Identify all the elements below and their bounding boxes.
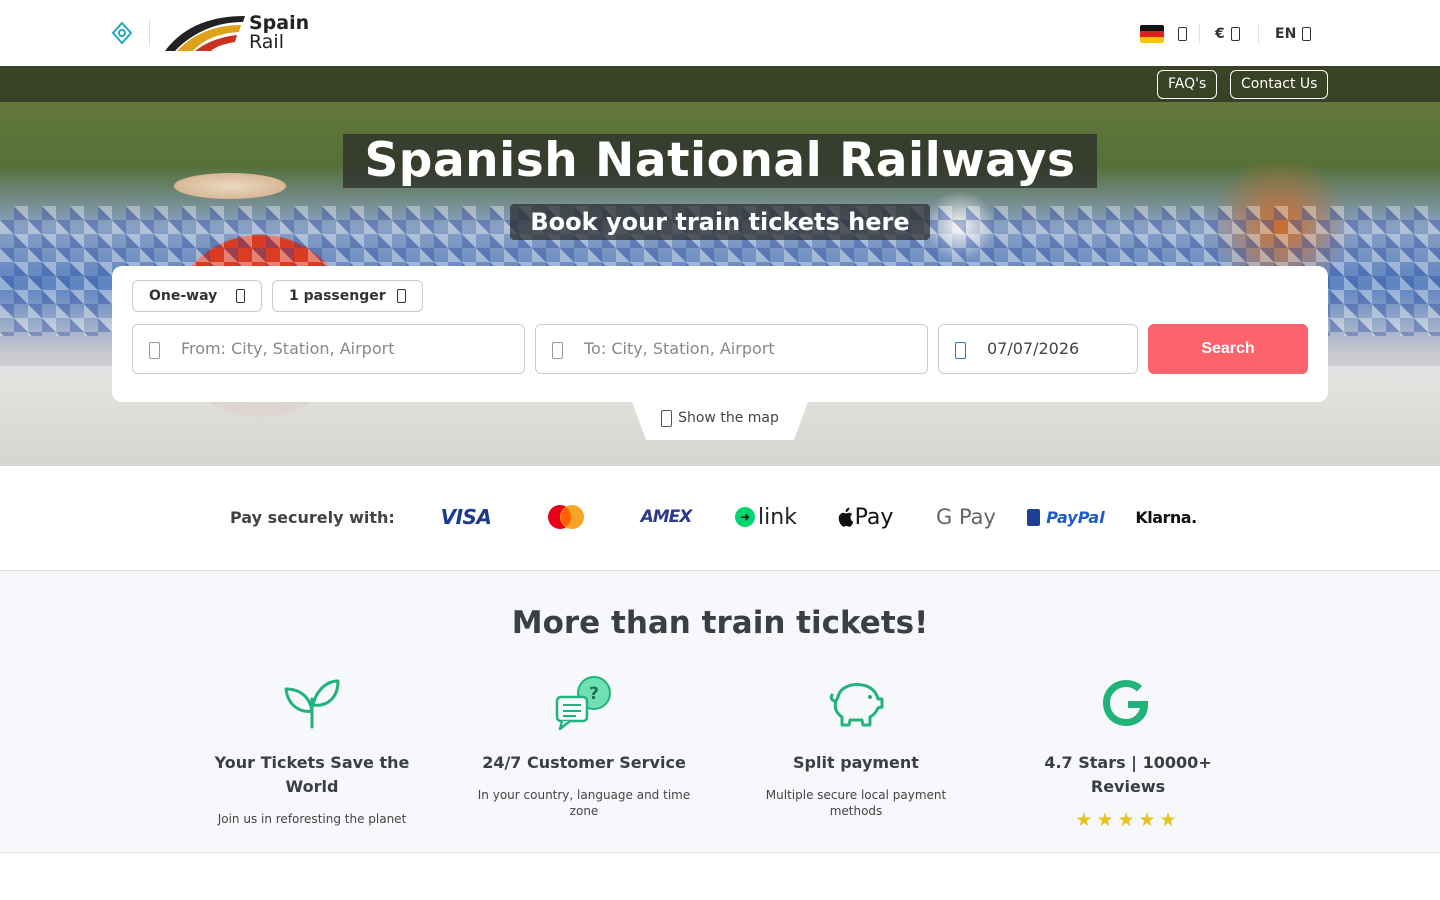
leaf-icon — [284, 679, 340, 729]
link-logo: ➜ link — [730, 502, 802, 532]
passengers-select[interactable]: 1 passenger — [272, 280, 423, 312]
country-selector[interactable] — [1140, 22, 1187, 46]
feature-name: 4.7 Stars | 10000+ Reviews — [1044, 753, 1212, 796]
logo-divider — [149, 20, 150, 46]
trip-type-value: One-way — [149, 288, 218, 304]
feature-name: Split payment — [793, 753, 919, 772]
feature-desc: In your country, language and time zone — [477, 788, 691, 818]
calendar-icon — [955, 342, 966, 359]
currency-label: € — [1215, 26, 1225, 42]
paypal-text: PayPal — [1046, 507, 1105, 527]
paypal-logo: PayPal — [1026, 502, 1106, 532]
features-section: More than train tickets! Your Tickets Sa… — [0, 571, 1440, 853]
germany-flag-icon — [1140, 25, 1164, 43]
google-pay-logo: G Pay — [934, 502, 998, 532]
search-button[interactable]: Search — [1148, 324, 1308, 374]
compass-icon[interactable] — [110, 21, 134, 45]
search-card: One-way 1 passenger From: City, Station,… — [112, 266, 1328, 402]
feature-reviews: 4.7 Stars | 10000+ Reviews ★★★★★ — [1018, 675, 1238, 831]
from-input[interactable]: From: City, Station, Airport — [132, 324, 525, 374]
hero-subtitle: Book your train tickets here — [510, 204, 930, 240]
chevron-down-icon — [236, 289, 245, 303]
from-placeholder: From: City, Station, Airport — [181, 339, 395, 358]
features-title: More than train tickets! — [511, 605, 929, 641]
location-icon — [552, 342, 563, 359]
klarna-text: Klarna. — [1135, 507, 1197, 527]
feature-reforesting: Your Tickets Save the World Join us in r… — [202, 675, 422, 827]
apple-icon — [838, 507, 853, 527]
header-divider — [1199, 24, 1200, 44]
show-map-tab[interactable]: Show the map — [632, 402, 808, 440]
paypal-icon — [1027, 508, 1041, 526]
feature-desc: Multiple secure local payment methods — [765, 788, 947, 818]
apple-pay-text: Pay — [854, 504, 894, 530]
chevron-down-icon — [1178, 27, 1187, 41]
to-input[interactable]: To: City, Station, Airport — [535, 324, 928, 374]
feature-split-payment: Split payment Multiple secure local paym… — [746, 675, 966, 819]
faq-link[interactable]: FAQ's — [1157, 70, 1218, 99]
google-pay-text: G Pay — [936, 505, 996, 529]
map-icon — [661, 410, 673, 427]
feature-customer-service: ? 24/7 Customer Service In your country,… — [474, 675, 694, 819]
currency-selector[interactable]: € — [1215, 22, 1240, 46]
chevron-down-icon — [1230, 27, 1240, 41]
chat-question-icon: ? — [555, 676, 611, 731]
hero-top-bar: FAQ's Contact Us — [0, 66, 1440, 102]
feature-name: 24/7 Customer Service — [482, 753, 686, 772]
language-label: EN — [1275, 26, 1297, 42]
to-placeholder: To: City, Station, Airport — [584, 339, 775, 358]
logo-line2: Rail — [249, 31, 284, 53]
payment-label: Pay securely with: — [230, 508, 395, 527]
feature-name: Your Tickets Save the World — [214, 753, 410, 796]
site-header: Spain Rail € EN — [0, 0, 1440, 66]
google-icon[interactable] — [1098, 675, 1158, 731]
chevron-down-icon — [397, 289, 406, 303]
link-text: link — [758, 504, 797, 530]
svg-text:?: ? — [589, 684, 599, 704]
klarna-logo: Klarna. — [1135, 502, 1197, 532]
header-divider — [1258, 24, 1259, 44]
contact-us-link[interactable]: Contact Us — [1230, 70, 1329, 99]
passengers-value: 1 passenger — [289, 288, 386, 304]
link-arrow-icon: ➜ — [735, 507, 756, 527]
language-selector[interactable]: EN — [1275, 22, 1312, 46]
piggy-bank-icon — [829, 683, 884, 727]
visa-text: VISA — [440, 505, 492, 529]
rating-stars: ★★★★★ — [1075, 809, 1181, 831]
apple-pay-logo: Pay — [832, 502, 898, 532]
spain-rail-logo[interactable]: Spain Rail — [165, 14, 309, 54]
hero-title: Spanish National Railways — [343, 134, 1097, 188]
visa-logo: VISA — [436, 502, 496, 532]
trip-type-select[interactable]: One-way — [132, 280, 262, 312]
chevron-down-icon — [1302, 27, 1312, 41]
amex-text: AMEX — [640, 507, 693, 527]
location-icon — [149, 342, 160, 359]
mastercard-icon — [548, 505, 584, 529]
logo-text: Spain Rail — [249, 14, 309, 52]
date-input[interactable]: 07/07/2026 — [938, 324, 1138, 374]
amex-logo: AMEX — [632, 502, 700, 532]
show-map-button[interactable]: Show the map — [632, 410, 808, 427]
payment-methods-bar: Pay securely with: VISA AMEX ➜ link Pay G… — [0, 466, 1440, 571]
mastercard-logo — [536, 502, 596, 532]
rail-logo-graphic — [165, 16, 245, 51]
date-value: 07/07/2026 — [987, 339, 1080, 358]
show-map-label: Show the map — [678, 410, 779, 426]
feature-desc: Join us in reforesting the planet — [217, 812, 407, 826]
